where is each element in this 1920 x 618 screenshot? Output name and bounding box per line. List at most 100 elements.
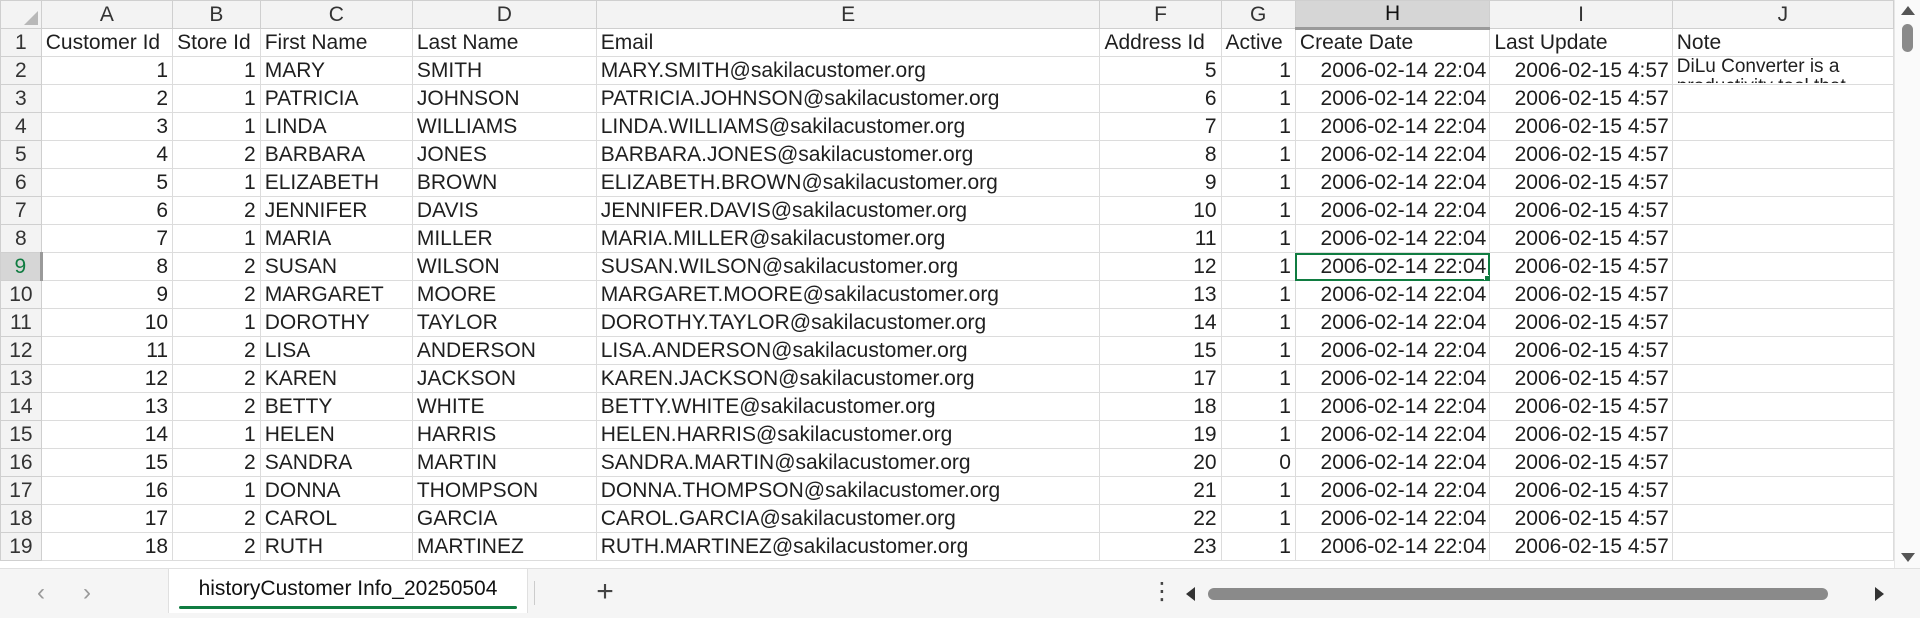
- cell[interactable]: 2006-02-15 4:57: [1489, 532, 1673, 561]
- cell[interactable]: 2006-02-15 4:57: [1489, 364, 1673, 393]
- cell[interactable]: 2: [40, 84, 174, 113]
- column-header-e[interactable]: E: [595, 0, 1101, 29]
- cell[interactable]: 2006-02-15 4:57: [1489, 392, 1673, 421]
- cell[interactable]: 1: [1220, 112, 1296, 141]
- vertical-scrollbar[interactable]: [1894, 0, 1920, 568]
- cell[interactable]: ELIZABETH: [259, 168, 413, 197]
- cell[interactable]: 2006-02-15 4:57: [1489, 168, 1673, 197]
- row-header[interactable]: 10: [0, 280, 42, 309]
- cell[interactable]: MOORE: [411, 280, 597, 309]
- row-header[interactable]: 8: [0, 224, 42, 253]
- vertical-scroll-thumb[interactable]: [1902, 24, 1913, 52]
- cell[interactable]: 15: [40, 448, 174, 477]
- cell[interactable]: 14: [1099, 308, 1222, 337]
- cell[interactable]: 1: [1220, 504, 1296, 533]
- note-cell[interactable]: [1671, 392, 1894, 421]
- cell[interactable]: SUSAN.WILSON@sakilacustomer.org: [595, 252, 1101, 281]
- row-header[interactable]: 13: [0, 364, 42, 393]
- cell[interactable]: 1: [1220, 252, 1296, 281]
- cell[interactable]: MARTIN: [411, 448, 597, 477]
- cell[interactable]: ELIZABETH.BROWN@sakilacustomer.org: [595, 168, 1101, 197]
- row-header[interactable]: 3: [0, 84, 42, 113]
- note-cell[interactable]: [1671, 224, 1894, 253]
- horizontal-scrollbar[interactable]: [1180, 583, 1890, 605]
- header-cell[interactable]: Create Date: [1294, 28, 1491, 57]
- cell[interactable]: MILLER: [411, 224, 597, 253]
- cell[interactable]: 1: [172, 56, 261, 85]
- row-header[interactable]: 5: [0, 140, 42, 169]
- cell[interactable]: HARRIS: [411, 420, 597, 449]
- cell[interactable]: 2006-02-15 4:57: [1489, 196, 1673, 225]
- cell[interactable]: 1: [1220, 140, 1296, 169]
- cell[interactable]: DOROTHY.TAYLOR@sakilacustomer.org: [595, 308, 1101, 337]
- cell[interactable]: 2006-02-14 22:04: [1294, 112, 1491, 141]
- cell[interactable]: 22: [1099, 504, 1222, 533]
- note-cell[interactable]: [1671, 168, 1894, 197]
- cell[interactable]: 1: [1220, 84, 1296, 113]
- cell[interactable]: MARY.SMITH@sakilacustomer.org: [595, 56, 1101, 85]
- note-cell[interactable]: [1671, 476, 1894, 505]
- cell[interactable]: 1: [1220, 280, 1296, 309]
- cell[interactable]: 0: [1220, 448, 1296, 477]
- cell[interactable]: 2006-02-14 22:04: [1294, 280, 1491, 309]
- cell[interactable]: 2: [172, 392, 261, 421]
- note-cell[interactable]: [1671, 308, 1894, 337]
- cell[interactable]: BROWN: [411, 168, 597, 197]
- cell[interactable]: 10: [40, 308, 174, 337]
- cell[interactable]: 2006-02-15 4:57: [1489, 476, 1673, 505]
- cell[interactable]: 2006-02-15 4:57: [1489, 224, 1673, 253]
- cell[interactable]: 2006-02-15 4:57: [1489, 280, 1673, 309]
- cell[interactable]: HELEN: [259, 420, 413, 449]
- cell[interactable]: BARBARA.JONES@sakilacustomer.org: [595, 140, 1101, 169]
- cell[interactable]: 2: [172, 532, 261, 561]
- cell[interactable]: 9: [1099, 168, 1222, 197]
- cell[interactable]: MARIA: [259, 224, 413, 253]
- scroll-right-arrow-icon[interactable]: [1875, 587, 1884, 601]
- cell[interactable]: 2006-02-15 4:57: [1489, 56, 1673, 85]
- header-cell[interactable]: Last Name: [411, 28, 597, 57]
- note-cell[interactable]: [1671, 448, 1894, 477]
- cell[interactable]: 1: [172, 84, 261, 113]
- cell[interactable]: 1: [1220, 532, 1296, 561]
- cell[interactable]: JENNIFER.DAVIS@sakilacustomer.org: [595, 196, 1101, 225]
- header-cell[interactable]: Active: [1220, 28, 1296, 57]
- cell[interactable]: 1: [1220, 196, 1296, 225]
- more-options-icon[interactable]: ⋮: [1150, 575, 1174, 609]
- column-header-d[interactable]: D: [411, 0, 597, 29]
- cell[interactable]: JENNIFER: [259, 196, 413, 225]
- note-cell[interactable]: [1671, 420, 1894, 449]
- cell[interactable]: 1: [1220, 420, 1296, 449]
- cell[interactable]: 1: [1220, 56, 1296, 85]
- column-header-f[interactable]: F: [1099, 0, 1222, 29]
- cell[interactable]: 1: [1220, 168, 1296, 197]
- cell[interactable]: 2006-02-14 22:04: [1294, 420, 1491, 449]
- cell[interactable]: PATRICIA.JOHNSON@sakilacustomer.org: [595, 84, 1101, 113]
- cell[interactable]: 7: [40, 224, 174, 253]
- note-cell[interactable]: [1671, 84, 1894, 113]
- column-header-i[interactable]: I: [1489, 0, 1673, 29]
- cell[interactable]: 1: [172, 112, 261, 141]
- cell[interactable]: 9: [40, 280, 174, 309]
- cell[interactable]: 2: [172, 196, 261, 225]
- cell[interactable]: 18: [1099, 392, 1222, 421]
- cell[interactable]: 13: [1099, 280, 1222, 309]
- sheet-tab-active[interactable]: historyCustomer Info_20250504: [168, 569, 528, 613]
- cell[interactable]: 2: [172, 364, 261, 393]
- cell[interactable]: 13: [40, 392, 174, 421]
- cell[interactable]: KAREN: [259, 364, 413, 393]
- cell[interactable]: SMITH: [411, 56, 597, 85]
- cell[interactable]: 2006-02-14 22:04: [1294, 308, 1491, 337]
- cell[interactable]: WHITE: [411, 392, 597, 421]
- cell[interactable]: 1: [172, 420, 261, 449]
- cell[interactable]: BETTY: [259, 392, 413, 421]
- cell[interactable]: 2: [172, 252, 261, 281]
- cell[interactable]: 8: [40, 252, 174, 281]
- add-sheet-plus-icon[interactable]: +: [590, 575, 620, 609]
- cell[interactable]: 1: [1220, 336, 1296, 365]
- previous-sheet-chevron-icon[interactable]: ‹: [26, 579, 56, 607]
- header-cell[interactable]: Store Id: [172, 28, 261, 57]
- cell[interactable]: PATRICIA: [259, 84, 413, 113]
- cell[interactable]: CAROL: [259, 504, 413, 533]
- cell[interactable]: 2006-02-14 22:04: [1294, 196, 1491, 225]
- cell[interactable]: 2006-02-15 4:57: [1489, 84, 1673, 113]
